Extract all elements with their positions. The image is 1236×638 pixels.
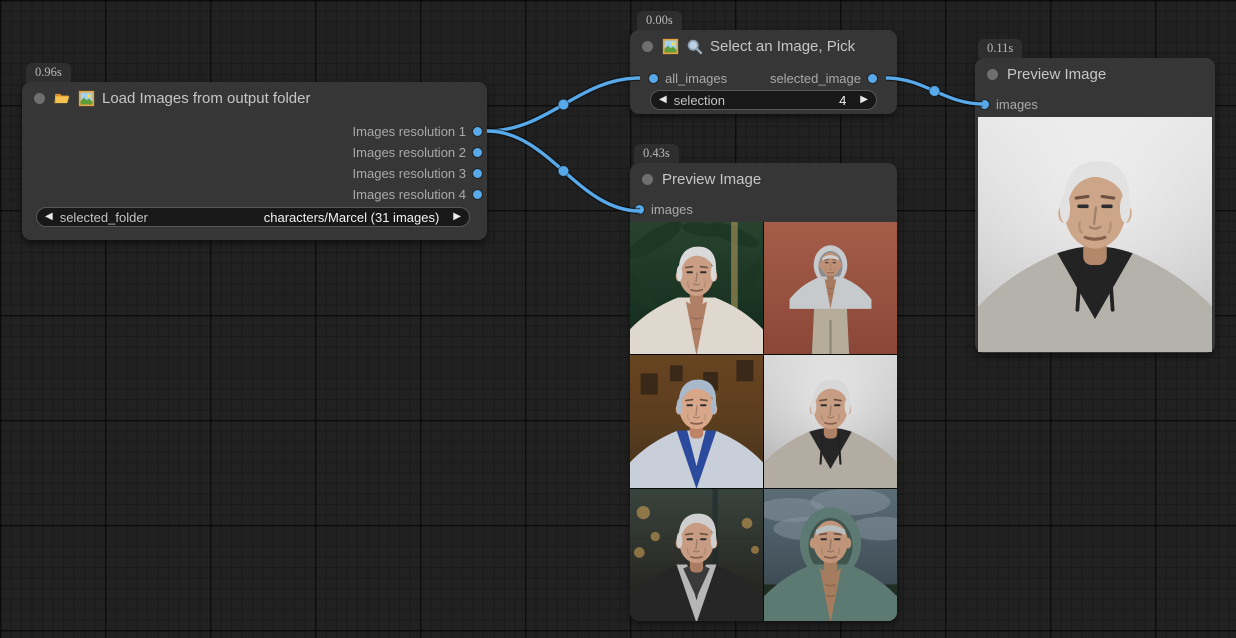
widget-next-arrow-icon[interactable]: ▶ bbox=[860, 90, 868, 110]
input-slot-label: images bbox=[651, 202, 693, 217]
output-slot-dot[interactable] bbox=[473, 190, 482, 199]
output-slot-label: Images resolution 1 bbox=[353, 124, 466, 139]
output-slot-images-resolution-3[interactable]: Images resolution 3 bbox=[22, 163, 487, 184]
node-status-dot[interactable] bbox=[34, 93, 45, 104]
node-titlebar[interactable]: Select an Image, Pick bbox=[630, 30, 897, 62]
preview-image-cell[interactable] bbox=[630, 489, 763, 621]
widget-name: selection bbox=[674, 93, 725, 108]
input-slot-dot[interactable] bbox=[980, 100, 989, 109]
preview-image-grid bbox=[630, 222, 897, 621]
node-title: Load Images from output folder bbox=[102, 90, 310, 107]
output-slot-images-resolution-2[interactable]: Images resolution 2 bbox=[22, 142, 487, 163]
magnifier-icon bbox=[686, 38, 703, 55]
output-slot-label: selected_image bbox=[770, 71, 861, 86]
link-midpoint-dot[interactable] bbox=[558, 99, 569, 110]
input-slot-label: all_images bbox=[665, 71, 727, 86]
input-slot-images[interactable]: images bbox=[975, 94, 1215, 115]
open-folder-icon bbox=[54, 90, 71, 107]
input-slot-images[interactable]: images bbox=[630, 199, 897, 220]
node-titlebar[interactable]: Preview Image bbox=[975, 58, 1215, 90]
input-slot-dot[interactable] bbox=[649, 74, 658, 83]
node-preview-image-grid[interactable]: 0.43s Preview Image images bbox=[630, 163, 897, 621]
output-slot-images-resolution-1[interactable]: Images resolution 1 bbox=[22, 121, 487, 142]
execution-time-badge: 0.96s bbox=[26, 63, 71, 82]
link-midpoint-dot[interactable] bbox=[929, 86, 940, 97]
preview-image-cell[interactable] bbox=[764, 489, 897, 621]
output-slot-images-resolution-4[interactable]: Images resolution 4 bbox=[22, 184, 487, 205]
widget-prev-arrow-icon[interactable]: ◀ bbox=[659, 90, 667, 110]
link-res1-to-all-images[interactable] bbox=[487, 78, 640, 131]
node-title: Preview Image bbox=[662, 171, 761, 188]
widget-next-arrow-icon[interactable]: ▶ bbox=[453, 207, 461, 227]
output-slot-dot[interactable] bbox=[473, 127, 482, 136]
input-slot-all-images[interactable]: all_images bbox=[649, 68, 727, 89]
node-title: Preview Image bbox=[1007, 66, 1106, 83]
widget-prev-arrow-icon[interactable]: ◀ bbox=[45, 207, 53, 227]
node-titlebar[interactable]: Preview Image bbox=[630, 163, 897, 195]
framed-picture-icon bbox=[662, 38, 679, 55]
node-status-dot[interactable] bbox=[642, 174, 653, 185]
preview-image-cell[interactable] bbox=[630, 222, 763, 354]
widget-value: 4 bbox=[839, 93, 846, 108]
widget-name: selected_folder bbox=[60, 210, 148, 225]
selected-folder-widget[interactable]: ◀ selected_folder characters/Marcel (31 … bbox=[36, 207, 470, 227]
preview-image-cell[interactable] bbox=[630, 355, 763, 487]
input-slot-label: images bbox=[996, 97, 1038, 112]
execution-time-badge: 0.00s bbox=[637, 11, 682, 30]
output-slot-label: Images resolution 3 bbox=[353, 166, 466, 181]
preview-image-single[interactable] bbox=[978, 117, 1212, 352]
output-slot-label: Images resolution 4 bbox=[353, 187, 466, 202]
node-title: Select an Image, Pick bbox=[710, 38, 855, 55]
link-selected-image-to-preview[interactable] bbox=[886, 78, 983, 104]
preview-image-cell[interactable] bbox=[764, 355, 897, 487]
link-midpoint-dot[interactable] bbox=[558, 166, 569, 177]
output-slot-dot[interactable] bbox=[473, 148, 482, 157]
node-select-image[interactable]: 0.00s Select an Image, Pick all_images s… bbox=[630, 30, 897, 114]
node-status-dot[interactable] bbox=[987, 69, 998, 80]
framed-picture-icon bbox=[78, 90, 95, 107]
node-status-dot[interactable] bbox=[642, 41, 653, 52]
node-load-images[interactable]: 0.96s Load Images from output folder Ima… bbox=[22, 82, 487, 240]
output-slot-dot[interactable] bbox=[473, 169, 482, 178]
preview-image-cell[interactable] bbox=[764, 222, 897, 354]
output-slot-dot[interactable] bbox=[868, 74, 877, 83]
node-titlebar[interactable]: Load Images from output folder bbox=[22, 82, 487, 114]
output-slot-label: Images resolution 2 bbox=[353, 145, 466, 160]
widget-value: characters/Marcel (31 images) bbox=[264, 210, 440, 225]
execution-time-badge: 0.11s bbox=[978, 39, 1022, 58]
node-preview-image-single[interactable]: 0.11s Preview Image images bbox=[975, 58, 1215, 353]
selection-widget[interactable]: ◀ selection 4 ▶ bbox=[650, 90, 877, 110]
input-slot-dot[interactable] bbox=[635, 205, 644, 214]
link-res1-to-preview-images[interactable] bbox=[487, 131, 640, 211]
node-graph-canvas[interactable]: 0.96s Load Images from output folder Ima… bbox=[0, 0, 1236, 638]
output-slot-selected-image[interactable]: selected_image bbox=[770, 68, 877, 89]
execution-time-badge: 0.43s bbox=[634, 144, 679, 163]
